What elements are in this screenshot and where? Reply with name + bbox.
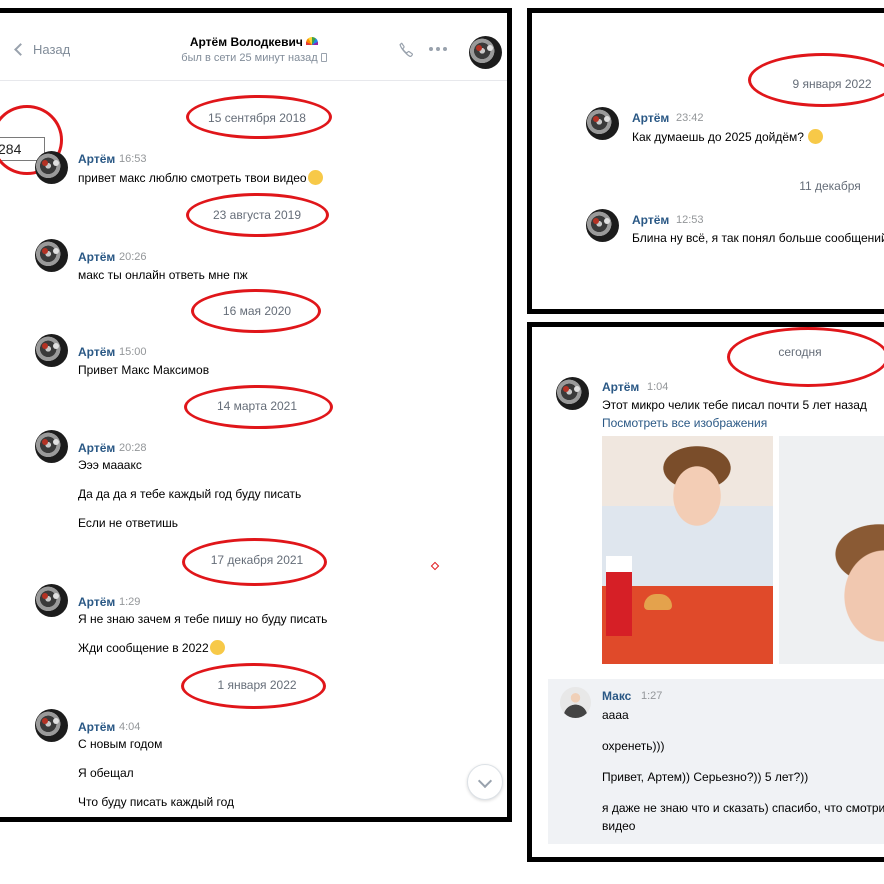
message-text: Я не знаю зачем я тебе пишу но буду писа… (78, 612, 328, 626)
message-text: Эээ мааакс (78, 458, 142, 472)
message: Артём 1:29 Я не знаю зачем я тебе пишу н… (35, 584, 475, 664)
message-text: привет макс люблю смотреть твои видео (78, 170, 323, 185)
message-text: видео (602, 819, 636, 833)
grin-emoji-icon (307, 170, 323, 185)
message: Артём 20:28 Эээ мааакс Да да да я тебе к… (35, 430, 475, 540)
red-circle-annotation (184, 385, 333, 429)
message-text: Если не ответишь (78, 516, 179, 530)
message-text: охренеть))) (602, 739, 665, 753)
author-name[interactable]: Артём (632, 111, 669, 125)
chat-panel-main: Назад Артём Володкевич был в сети 25 мин… (0, 8, 512, 822)
message: Артём 12:53 Блина ну всё, я так понял бо… (586, 207, 884, 257)
avatar[interactable] (35, 239, 68, 272)
avatar[interactable] (560, 687, 591, 718)
author-name[interactable]: Артём (78, 250, 115, 264)
red-circle-annotation (186, 95, 332, 139)
message: Артём 4:04 С новым годом Я обещал Что бу… (35, 709, 475, 809)
avatar[interactable] (35, 334, 68, 367)
message-text: Я обещал (78, 766, 134, 780)
message: Артём 20:26 макс ты онлайн ответь мне пж (35, 239, 475, 289)
message: Артём 15:00 Привет Макс Максимов (35, 334, 475, 384)
avatar[interactable] (35, 151, 68, 184)
scroll-down-button[interactable] (467, 764, 503, 800)
message-text: Привет, Артем)) Серьезно?)) 5 лет?)) (602, 770, 809, 784)
back-label: Назад (33, 42, 71, 57)
more-icon[interactable] (429, 47, 447, 51)
red-circle-annotation (191, 289, 321, 333)
message-text: Жди сообщение в 2022 (78, 640, 225, 655)
message-text: аааа (602, 708, 629, 722)
message: Артём 23:42 Как думаешь до 2025 дойдём? (586, 105, 884, 155)
message-time: 20:26 (119, 251, 147, 263)
message-text: Что буду писать каждый год (78, 795, 235, 809)
message-text: Как думаешь до 2025 дойдём? (632, 129, 824, 144)
message-time: 1:04 (647, 381, 669, 393)
chat-header: Назад Артём Володкевич был в сети 25 мин… (0, 23, 507, 81)
message: Артём 16:53 привет макс люблю смотреть т… (35, 143, 475, 193)
avatar[interactable] (556, 377, 589, 410)
message-text: С новым годом (78, 737, 163, 751)
avatar[interactable] (586, 107, 619, 140)
author-name[interactable]: Артём (78, 595, 115, 609)
message-time: 1:27 (641, 690, 663, 702)
photo-boy-selfie[interactable] (779, 436, 884, 664)
header-avatar[interactable] (469, 36, 502, 69)
avatar[interactable] (586, 209, 619, 242)
red-circle-annotation (181, 663, 326, 709)
message: Артём 1:04 Этот микро челик тебе писал п… (556, 371, 884, 431)
chat-title[interactable]: Артём Володкевич (129, 35, 379, 49)
message-time: 23:42 (676, 112, 704, 124)
burger (644, 594, 672, 610)
online-status: был в сети 25 минут назад (129, 52, 379, 64)
message-text: я даже не знаю что и сказать) спасибо, ч… (602, 801, 884, 815)
message-text: Блина ну всё, я так понял больше сообщен… (632, 231, 884, 245)
message-time: 1:29 (119, 596, 141, 608)
avatar[interactable] (35, 584, 68, 617)
red-mark-annotation (430, 561, 440, 571)
red-circle-annotation (748, 53, 884, 107)
rainbow-icon (306, 37, 319, 45)
red-circle-annotation (182, 538, 327, 586)
photo-boy-kfc[interactable] (602, 436, 773, 664)
author-name[interactable]: Артём (78, 152, 115, 166)
author-name[interactable]: Артём (78, 441, 115, 455)
phone-icon[interactable] (397, 41, 415, 59)
message-time: 4:04 (119, 721, 141, 733)
message-text: Да да да я тебе каждый год буду писать (78, 487, 302, 501)
chat-panel-top-right: 9 января 2022 Артём 23:42 Как думаешь до… (527, 8, 884, 314)
mobile-icon (320, 53, 327, 62)
message-time: 16:53 (119, 153, 147, 165)
chevron-down-icon (477, 773, 493, 789)
author-name[interactable]: Артём (602, 380, 639, 394)
kfc-cup (606, 556, 632, 636)
avatar[interactable] (35, 430, 68, 463)
author-name[interactable]: Артём (78, 720, 115, 734)
date-separator: 11 декабря (799, 179, 861, 193)
selected-message-block: Макс 1:27 аааа охренеть))) Привет, Артем… (548, 679, 884, 844)
avatar[interactable] (35, 709, 68, 742)
message-time: 12:53 (676, 214, 704, 226)
red-circle-annotation (186, 193, 329, 237)
message-text: Этот микро челик тебе писал почти 5 лет … (602, 398, 867, 412)
thinking-emoji-icon (808, 129, 824, 144)
back-button[interactable]: Назад (13, 42, 70, 57)
author-name[interactable]: Артём (78, 345, 115, 359)
message-text: Привет Макс Максимов (78, 363, 210, 377)
message-time: 15:00 (119, 346, 147, 358)
author-name[interactable]: Артём (632, 213, 669, 227)
message-text: макс ты онлайн ответь мне пж (78, 268, 248, 282)
chevron-left-icon (14, 43, 27, 56)
wink-emoji-icon (209, 640, 225, 655)
view-all-images-link[interactable]: Посмотреть все изображения (602, 416, 767, 430)
message-time: 20:28 (119, 442, 147, 454)
author-name[interactable]: Макс (602, 689, 631, 703)
